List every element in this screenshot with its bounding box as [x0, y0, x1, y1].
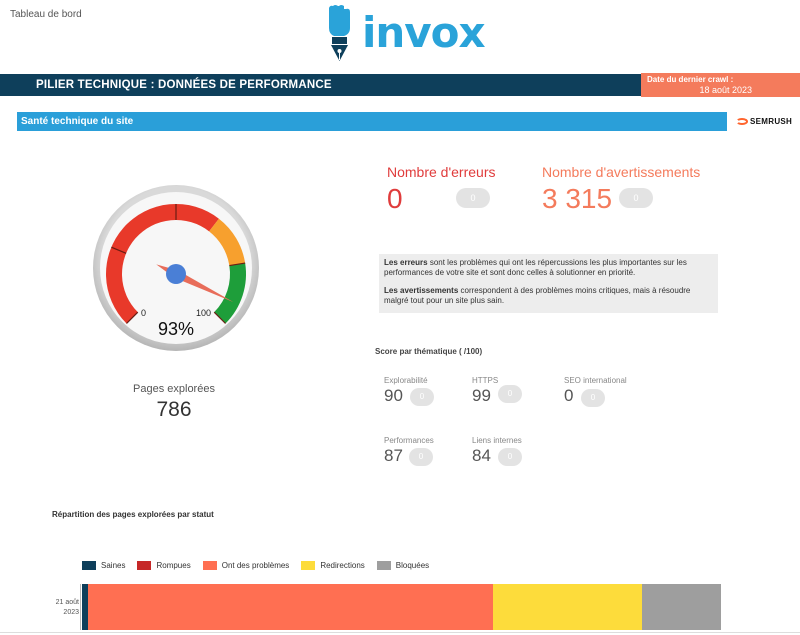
bar-segment-3[interactable] [492, 584, 642, 630]
warnings-value: 3 315 [542, 183, 613, 214]
score-value-international-seo: 0 [564, 386, 574, 405]
legend-label-2: Ont des problèmes [221, 561, 290, 570]
legend-swatch-4 [376, 561, 391, 570]
chart-y-axis [80, 584, 81, 630]
score-label-https: HTTPS [472, 376, 499, 385]
errors-value: 0 [387, 183, 403, 214]
score-delta-performance: 0 [409, 448, 433, 466]
gauge-hub [166, 264, 186, 284]
score-delta-internal-links: 0 [498, 448, 522, 466]
semrush-icon [736, 118, 748, 125]
info-box: Les erreurs sont les problèmes qui ont l… [379, 254, 718, 313]
crawl-date-box: Date du dernier crawl : 18 août 2023 [641, 73, 800, 97]
score-label-international-seo: SEO international [564, 376, 627, 385]
bar-segment-4[interactable] [641, 584, 721, 630]
chart-legend: Saines Rompues Ont des problèmes Redirectio… [82, 561, 441, 570]
breadcrumb[interactable]: Tableau de bord [10, 9, 82, 20]
score-delta-https: 0 [498, 385, 522, 403]
legend-swatch-2 [202, 561, 217, 570]
legend-label-4: Bloquées [395, 561, 430, 570]
bar-segment-2[interactable] [87, 584, 493, 630]
score-value-crawlability: 90 [384, 386, 403, 405]
legend-item-4[interactable]: Bloquées [376, 561, 430, 570]
legend-item-3[interactable]: Redirections [301, 561, 365, 570]
legend-swatch-3 [301, 561, 316, 570]
score-value-internal-links: 84 [472, 446, 491, 465]
crawl-date-label: Date du dernier crawl : [647, 75, 734, 84]
bottom-divider [0, 632, 800, 633]
scores-title: Score par thématique ( /100) [375, 347, 483, 356]
semrush-logo: SEMRUSH [736, 117, 792, 126]
crawl-date-value: 18 août 2023 [699, 85, 752, 95]
score-value-performance: 87 [384, 446, 403, 465]
gauge-value-label: 93% [158, 319, 194, 339]
score-label-performance: Performances [384, 436, 434, 445]
chart-title: Répartition des pages explorées par stat… [52, 510, 214, 519]
legend-label-1: Rompues [156, 561, 191, 570]
score-label-crawlability: Explorabilité [384, 376, 428, 385]
site-health-gauge: 0 100 93% [93, 185, 259, 351]
info-errors-text: Les erreurs sont les problèmes qui ont l… [384, 258, 687, 277]
semrush-label: SEMRUSH [750, 117, 793, 126]
legend-item-2[interactable]: Ont des problèmes [202, 561, 290, 570]
score-delta-international-seo: 0 [581, 389, 605, 407]
score-delta-crawlability: 0 [410, 388, 434, 406]
gauge-max-label: 100 [196, 308, 211, 318]
gauge-min-label: 0 [141, 308, 146, 318]
chart-category-label: 21 août 2023 [52, 598, 79, 618]
section-title-bar: Santé technique du site [17, 112, 727, 131]
stacked-bar[interactable] [82, 584, 721, 630]
category-label-line-2: 2023 [63, 609, 79, 616]
legend-swatch-1 [137, 561, 152, 570]
warnings-label: Nombre d'avertissements [542, 164, 701, 180]
category-label-line-1: 21 août [55, 599, 79, 606]
fist-pen-logo-icon [329, 5, 350, 61]
score-value-https: 99 [472, 386, 491, 405]
legend-label-0: Saines [101, 561, 126, 570]
info-warnings-text: Les avertissements correspondent à des p… [384, 286, 691, 305]
score-label-internal-links: Liens internes [472, 436, 522, 445]
legend-swatch-0 [82, 561, 96, 570]
legend-label-3: Redirections [320, 561, 365, 570]
warnings-delta-badge: 0 [619, 188, 653, 208]
pages-explored-label: Pages explorées [133, 383, 215, 395]
errors-label: Nombre d'erreurs [387, 164, 496, 180]
page-title-banner: PILIER TECHNIQUE : DONNÉES DE PERFORMANC… [0, 74, 641, 96]
brand-logo: invox [362, 8, 486, 57]
legend-item-0[interactable]: Saines [82, 561, 125, 570]
errors-delta-badge: 0 [456, 188, 490, 208]
pages-explored-value: 786 [156, 398, 192, 421]
legend-item-1[interactable]: Rompues [137, 561, 191, 570]
